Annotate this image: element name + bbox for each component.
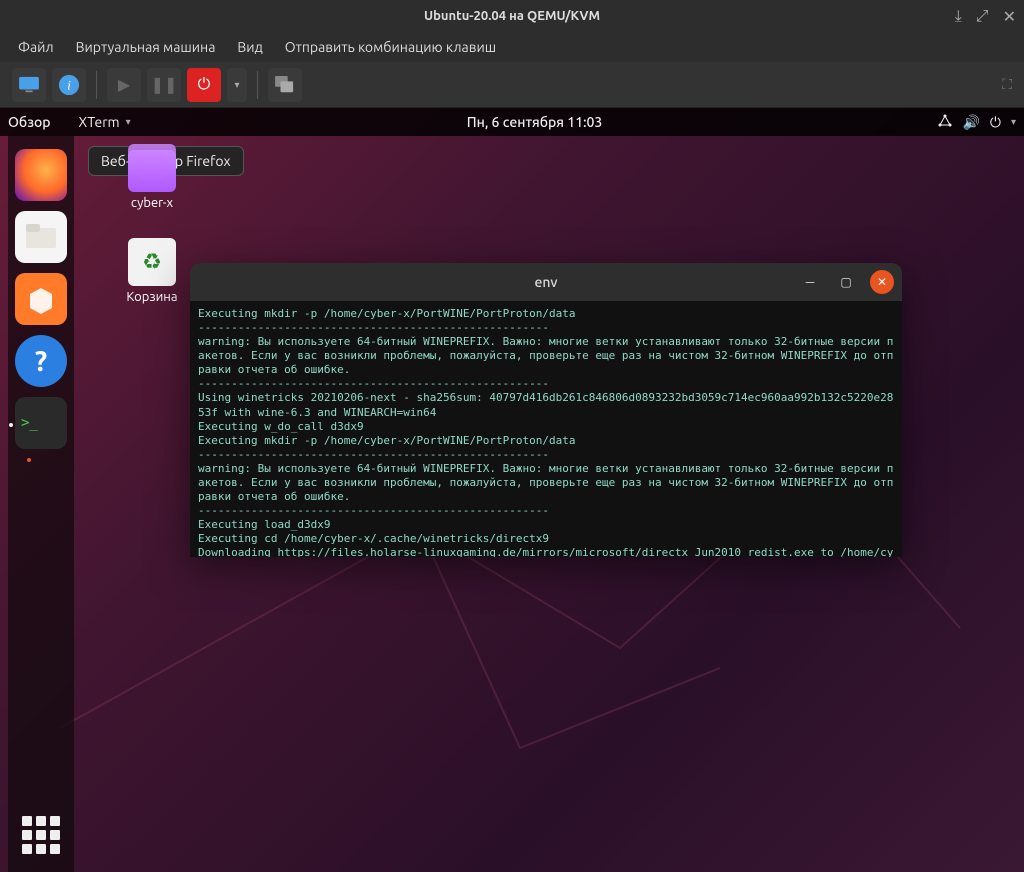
dock-terminal[interactable]: >_ xyxy=(15,397,67,449)
vm-viewport: Обзор XTerm Пн, 6 сентября 11:03 🔊 ⏻ ▾ ?… xyxy=(0,108,1024,872)
play-icon[interactable]: ▶ xyxy=(107,68,141,102)
snapshots-icon[interactable] xyxy=(268,68,302,102)
power-dropdown[interactable]: ▾ xyxy=(227,68,247,102)
desktop-folder-cyberx[interactable]: cyber-x xyxy=(112,144,192,210)
gnome-topbar: Обзор XTerm Пн, 6 сентября 11:03 🔊 ⏻ ▾ xyxy=(0,108,1024,136)
clock[interactable]: Пн, 6 сентября 11:03 xyxy=(467,114,603,130)
terminal-title: env xyxy=(535,274,558,290)
dock-help[interactable]: ? xyxy=(15,335,67,387)
close-icon[interactable]: ✕ xyxy=(870,270,894,294)
terminal-line: warning: Вы используете 64-битный WINEPR… xyxy=(198,462,893,503)
terminal-line: Executing cd /home/cyber-x/.cache/winetr… xyxy=(198,532,549,545)
terminal-titlebar[interactable]: env ─ ▢ ✕ xyxy=(190,263,902,301)
dock-software[interactable] xyxy=(15,273,67,325)
pause-icon[interactable]: ❚❚ xyxy=(147,68,181,102)
download-icon[interactable]: ⤓ xyxy=(955,7,962,26)
vm-toolbar: i ▶ ❚❚ ⏻ ▾ ⛶ xyxy=(0,62,1024,108)
terminal-line: Executing load_d3dx9 xyxy=(198,518,330,531)
monitor-icon[interactable] xyxy=(12,68,46,102)
vm-menubar: Файл Виртуальная машина Вид Отправить ко… xyxy=(0,32,1024,62)
menu-sendkeys[interactable]: Отправить комбинацию клавиш xyxy=(285,39,496,55)
terminal-body[interactable]: Executing mkdir -p /home/cyber-x/PortWIN… xyxy=(190,301,902,557)
maximize-icon[interactable]: ▢ xyxy=(834,270,858,294)
dock: ? >_ xyxy=(8,136,74,872)
terminal-line: ----------------------------------------… xyxy=(198,448,549,461)
terminal-line: Downloading https://files.holarse-linuxg… xyxy=(198,546,893,557)
fullscreen-icon[interactable]: ⛶ xyxy=(1002,76,1012,93)
vm-window-title: Ubuntu-20.04 на QEMU/KVM xyxy=(424,9,600,23)
power-icon[interactable]: ⏻ xyxy=(187,68,221,102)
terminal-line: Executing w_do_call d3dx9 xyxy=(198,420,364,433)
show-applications[interactable] xyxy=(22,816,60,854)
terminal-line: ----------------------------------------… xyxy=(198,321,549,334)
dock-firefox[interactable] xyxy=(15,149,67,201)
app-menu[interactable]: XTerm xyxy=(79,114,131,130)
vm-titlebar: Ubuntu-20.04 на QEMU/KVM ⤓ ⤢ ✕ xyxy=(0,0,1024,32)
system-menu-arrow[interactable]: ▾ xyxy=(1011,116,1016,128)
folder-icon xyxy=(128,144,176,192)
dock-files[interactable] xyxy=(15,211,67,263)
activities-button[interactable]: Обзор xyxy=(8,114,51,130)
desktop-trash[interactable]: ♻ Корзина xyxy=(112,238,192,304)
terminal-line: Executing mkdir -p /home/cyber-x/PortWIN… xyxy=(198,307,576,320)
terminal-line: Executing mkdir -p /home/cyber-x/PortWIN… xyxy=(198,434,576,447)
menu-file[interactable]: Файл xyxy=(18,39,54,55)
running-indicator xyxy=(27,458,31,462)
expand-icon[interactable]: ⤢ xyxy=(976,7,989,26)
menu-view[interactable]: Вид xyxy=(237,39,262,55)
terminal-line: warning: Вы используете 64-битный WINEPR… xyxy=(198,335,893,376)
minimize-icon[interactable]: ─ xyxy=(798,270,822,294)
desktop-icon-label: Корзина xyxy=(112,290,192,304)
terminal-window: env ─ ▢ ✕ Executing mkdir -p /home/cyber… xyxy=(190,263,902,557)
terminal-line: ----------------------------------------… xyxy=(198,504,549,517)
trash-icon: ♻ xyxy=(128,238,176,286)
svg-text:i: i xyxy=(67,78,71,92)
close-icon[interactable]: ✕ xyxy=(1003,7,1016,26)
network-icon[interactable] xyxy=(938,114,952,131)
menu-vm[interactable]: Виртуальная машина xyxy=(76,39,216,55)
desktop-icon-label: cyber-x xyxy=(112,196,192,210)
info-icon[interactable]: i xyxy=(52,68,86,102)
sound-icon[interactable]: 🔊 xyxy=(962,114,979,131)
terminal-line: ----------------------------------------… xyxy=(198,377,549,390)
terminal-line: Using winetricks 20210206-next - sha256s… xyxy=(198,391,893,418)
power-menu-icon[interactable]: ⏻ xyxy=(990,114,1001,131)
